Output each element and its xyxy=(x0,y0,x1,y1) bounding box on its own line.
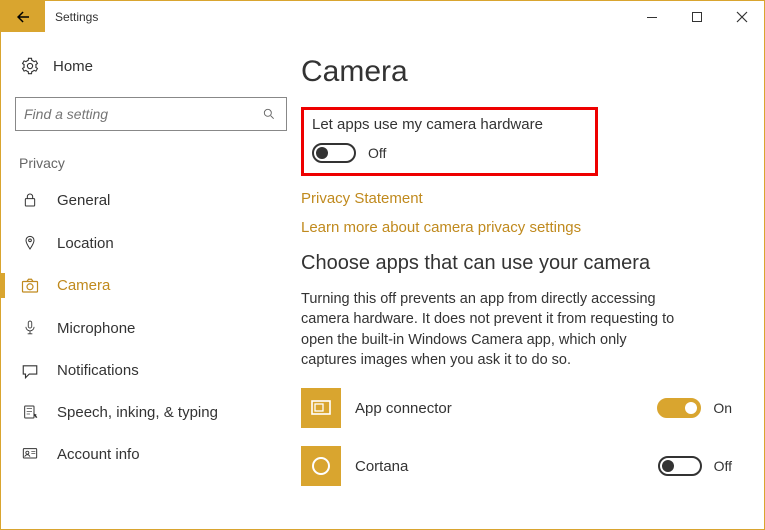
sidebar-item-label: Location xyxy=(57,235,114,252)
search-icon xyxy=(262,107,278,121)
notifications-icon xyxy=(19,363,41,379)
minimize-button[interactable] xyxy=(629,1,674,32)
search-input[interactable] xyxy=(24,106,262,122)
sidebar: Home Privacy General Location xyxy=(1,33,301,529)
sidebar-item-speech[interactable]: Speech, inking, & typing xyxy=(1,391,301,433)
gear-icon xyxy=(19,57,41,75)
toggle-state-label: On xyxy=(713,400,732,416)
toggle-switch[interactable] xyxy=(312,143,356,163)
sidebar-section-label: Privacy xyxy=(1,151,301,179)
app-row-cortana: Cortana Off xyxy=(301,446,732,486)
sidebar-item-label: Speech, inking, & typing xyxy=(57,404,218,421)
sidebar-item-label: Microphone xyxy=(57,320,135,337)
home-label: Home xyxy=(53,58,93,75)
home-button[interactable]: Home xyxy=(1,51,301,81)
app-name: App connector xyxy=(355,400,657,417)
back-button[interactable] xyxy=(1,1,45,32)
learn-more-link[interactable]: Learn more about camera privacy settings xyxy=(301,219,732,236)
minimize-icon xyxy=(646,11,658,23)
choose-apps-heading: Choose apps that can use your camera xyxy=(301,252,732,275)
titlebar: Settings xyxy=(1,1,764,33)
close-button[interactable] xyxy=(719,1,764,32)
sidebar-item-label: Notifications xyxy=(57,362,139,379)
sidebar-item-location[interactable]: Location xyxy=(1,221,301,265)
toggle-state-label: Off xyxy=(714,458,732,474)
page-title: Camera xyxy=(301,55,732,89)
toggle-state-label: Off xyxy=(368,145,386,161)
speech-icon xyxy=(19,403,41,421)
maximize-button[interactable] xyxy=(674,1,719,32)
sidebar-item-general[interactable]: General xyxy=(1,179,301,221)
choose-apps-description: Turning this off prevents an app from di… xyxy=(301,289,681,370)
toggle-switch[interactable] xyxy=(658,456,702,476)
sidebar-item-camera[interactable]: Camera xyxy=(1,265,301,306)
app-name: Cortana xyxy=(355,458,658,475)
maximize-icon xyxy=(691,11,703,23)
location-icon xyxy=(19,233,41,253)
camera-permission-toggle[interactable]: Off xyxy=(312,143,543,163)
app-connector-toggle[interactable]: On xyxy=(657,398,732,418)
back-arrow-icon xyxy=(14,8,32,26)
toggle-switch[interactable] xyxy=(657,398,701,418)
camera-permission-label: Let apps use my camera hardware xyxy=(312,116,543,133)
cortana-toggle[interactable]: Off xyxy=(658,456,732,476)
settings-window: Settings Home Privac xyxy=(0,0,765,530)
app-row-connector: App connector On xyxy=(301,388,732,428)
main-pane: Camera Let apps use my camera hardware O… xyxy=(301,33,764,529)
sidebar-item-label: Account info xyxy=(57,446,140,463)
lock-icon xyxy=(19,191,41,209)
content-area: Home Privacy General Location xyxy=(1,33,764,529)
sidebar-item-notifications[interactable]: Notifications xyxy=(1,350,301,391)
sidebar-item-label: General xyxy=(57,192,110,209)
window-title: Settings xyxy=(45,1,98,32)
sidebar-item-microphone[interactable]: Microphone xyxy=(1,306,301,350)
privacy-statement-link[interactable]: Privacy Statement xyxy=(301,190,732,207)
microphone-icon xyxy=(19,318,41,338)
close-icon xyxy=(736,11,748,23)
camera-icon xyxy=(19,278,41,294)
account-icon xyxy=(19,445,41,463)
sidebar-item-label: Camera xyxy=(57,277,110,294)
app-connector-icon xyxy=(301,388,341,428)
cortana-icon xyxy=(301,446,341,486)
sidebar-item-account[interactable]: Account info xyxy=(1,433,301,475)
search-box[interactable] xyxy=(15,97,287,131)
highlight-box: Let apps use my camera hardware Off xyxy=(301,107,598,176)
